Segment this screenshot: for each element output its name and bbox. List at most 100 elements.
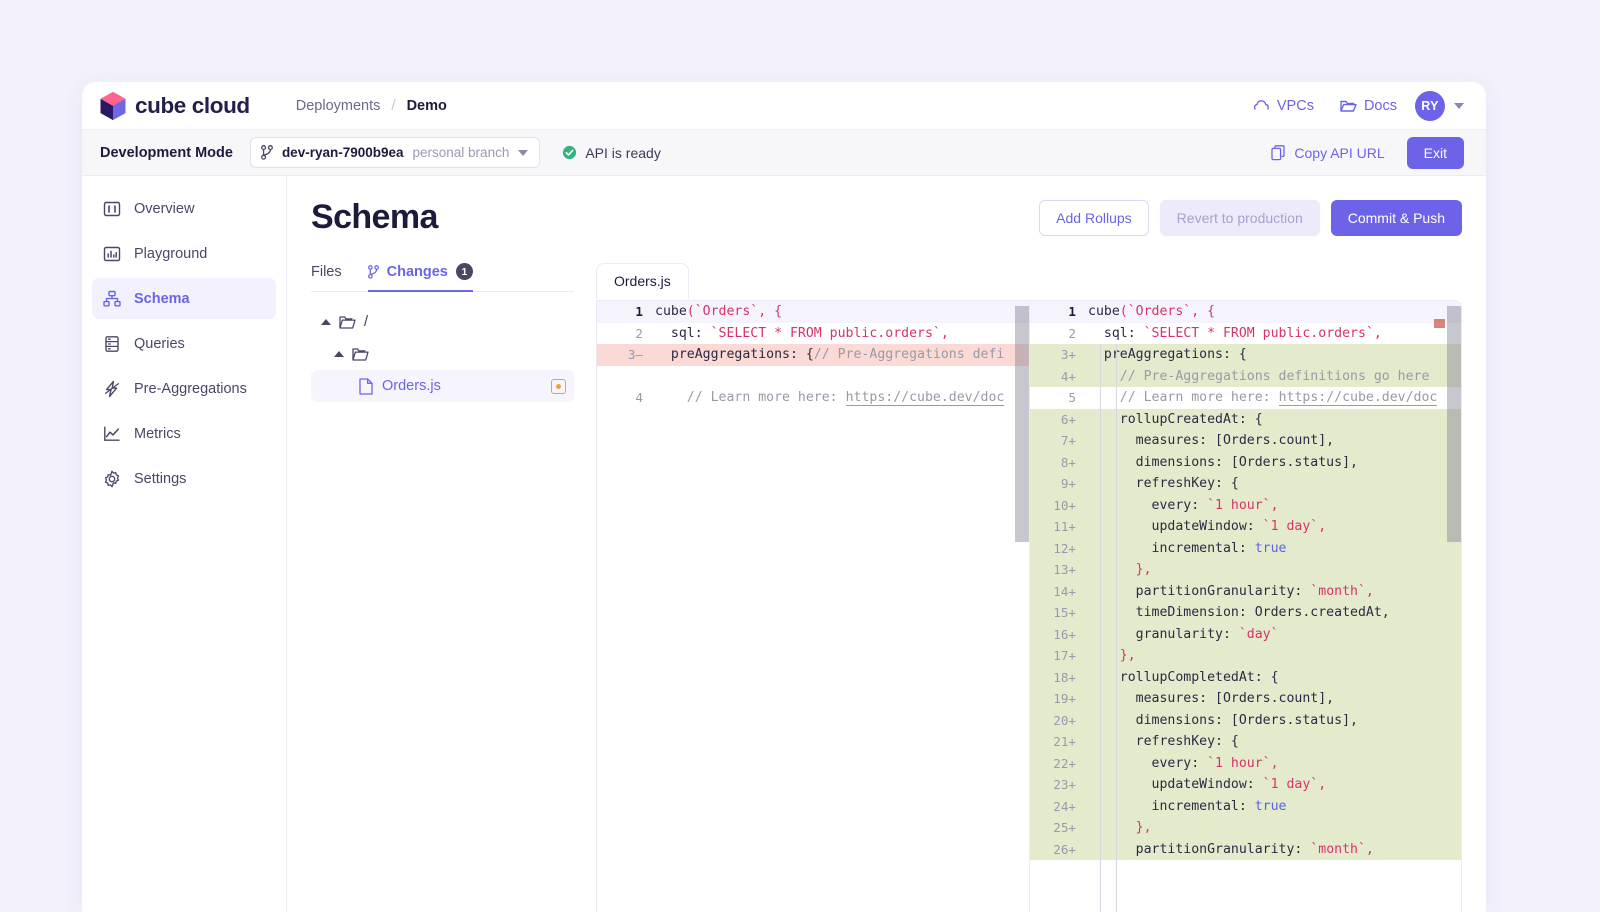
- bolt-icon: [103, 380, 121, 398]
- line-text: preAggregations: {// Pre-Aggregations de…: [649, 344, 1029, 366]
- bar-chart-icon: [103, 245, 121, 263]
- line-text: measures: [Orders.count],: [1082, 430, 1461, 452]
- vpcs-link[interactable]: VPCs: [1253, 98, 1314, 114]
- code-line: 18+ rollupCompletedAt: {: [1030, 667, 1461, 689]
- line-number: 1: [1030, 301, 1082, 323]
- docs-label: Docs: [1364, 98, 1397, 114]
- diff-original-code[interactable]: 1cube(`Orders`, {2 sql: `SELECT * FROM p…: [597, 301, 1029, 912]
- code-line-filler: [597, 538, 1029, 560]
- code-line-filler: [597, 817, 1029, 839]
- diff-modified-scrollbar[interactable]: [1447, 306, 1461, 542]
- diff-original-side: 1cube(`Orders`, {2 sql: `SELECT * FROM p…: [597, 301, 1030, 912]
- code-line-filler: [597, 731, 1029, 753]
- tree-row-file-orders[interactable]: Orders.js: [311, 370, 574, 402]
- code-line: 7+ measures: [Orders.count],: [1030, 430, 1461, 452]
- list-icon: [103, 335, 121, 353]
- line-text: preAggregations: {: [1082, 344, 1461, 366]
- revert-to-production-button[interactable]: Revert to production: [1160, 200, 1320, 236]
- code-line: 5 // Learn more here: https://cube.dev/d…: [1030, 387, 1461, 409]
- page-actions: Add Rollups Revert to production Commit …: [1039, 200, 1462, 236]
- collapse-triangle-icon[interactable]: [334, 351, 344, 357]
- code-line: 20+ dimensions: [Orders.status],: [1030, 710, 1461, 732]
- code-line: 11+ updateWindow: `1 day`,: [1030, 516, 1461, 538]
- cube-cloud-logo[interactable]: cube cloud: [100, 92, 250, 120]
- line-number: 22+: [1030, 753, 1082, 775]
- editor-tab-orders[interactable]: Orders.js: [596, 263, 689, 299]
- gear-icon: [103, 470, 121, 488]
- line-chart-icon: [103, 425, 121, 443]
- code-line-filler: [597, 602, 1029, 624]
- app-window: cube cloud Deployments / Demo VPCs Docs: [82, 82, 1486, 912]
- modified-badge-icon: [551, 379, 566, 394]
- code-line: 13+ },: [1030, 559, 1461, 581]
- line-text: every: `1 hour`,: [1082, 495, 1461, 517]
- collapse-triangle-icon[interactable]: [321, 319, 331, 325]
- tree-row-folder[interactable]: [311, 338, 574, 370]
- branch-selector[interactable]: dev-ryan-7900b9ea personal branch: [250, 137, 540, 168]
- line-text: },: [1082, 559, 1461, 581]
- code-line: 14+ partitionGranularity: `month`,: [1030, 581, 1461, 603]
- sidebar-item-overview[interactable]: Overview: [92, 188, 276, 229]
- sidebar-item-settings[interactable]: Settings: [92, 458, 276, 499]
- line-text: timeDimension: Orders.createdAt,: [1082, 602, 1461, 624]
- diff-original-scrollbar[interactable]: [1015, 306, 1029, 542]
- line-number: 8+: [1030, 452, 1082, 474]
- header-actions: VPCs Docs RY: [1253, 91, 1464, 121]
- line-text: refreshKey: {: [1082, 731, 1461, 753]
- add-rollups-button[interactable]: Add Rollups: [1039, 200, 1149, 236]
- code-line: 4+ // Pre-Aggregations definitions go he…: [1030, 366, 1461, 388]
- code-line-filler: [597, 796, 1029, 818]
- page-title: Schema: [311, 198, 438, 237]
- api-status-label: API is ready: [585, 145, 660, 161]
- line-number: 13+: [1030, 559, 1082, 581]
- tree-row-root[interactable]: /: [311, 306, 574, 338]
- file-icon: [359, 378, 373, 395]
- code-line-filler: [597, 624, 1029, 646]
- code-line: 21+ refreshKey: {: [1030, 731, 1461, 753]
- cube-logo-icon: [100, 92, 126, 120]
- line-number: 7+: [1030, 430, 1082, 452]
- git-branch-icon: [261, 145, 273, 160]
- exit-button[interactable]: Exit: [1407, 137, 1464, 169]
- sidebar-item-queries[interactable]: Queries: [92, 323, 276, 364]
- code-line: 17+ },: [1030, 645, 1461, 667]
- tree-file-label: Orders.js: [382, 378, 441, 394]
- line-text: dimensions: [Orders.status],: [1082, 710, 1461, 732]
- diff-modified-code[interactable]: 1cube(`Orders`, {2 sql: `SELECT * FROM p…: [1030, 301, 1461, 860]
- branch-name: dev-ryan-7900b9ea: [282, 145, 404, 160]
- line-text: // Learn more here: https://cube.dev/doc: [649, 387, 1029, 409]
- commit-and-push-button[interactable]: Commit & Push: [1331, 200, 1462, 236]
- code-line-filler: [597, 839, 1029, 861]
- sidebar-item-label: Schema: [134, 291, 190, 307]
- brand-name: cube cloud: [135, 93, 250, 119]
- line-number: 11+: [1030, 516, 1082, 538]
- copy-api-url-button[interactable]: Copy API URL: [1271, 145, 1384, 161]
- tree-root-label: /: [364, 314, 368, 330]
- user-menu[interactable]: RY: [1415, 91, 1464, 121]
- sidebar-item-pre-aggregations[interactable]: Pre-Aggregations: [92, 368, 276, 409]
- tab-changes-label: Changes: [387, 264, 448, 280]
- code-line-filler: [597, 430, 1029, 452]
- tab-changes[interactable]: Changes 1: [368, 263, 473, 292]
- line-number: 25+: [1030, 817, 1082, 839]
- indent-guide: [1100, 344, 1101, 912]
- line-number: 4+: [1030, 366, 1082, 388]
- tab-files[interactable]: Files: [311, 264, 342, 291]
- line-number: 5: [1030, 387, 1082, 409]
- docs-link[interactable]: Docs: [1340, 98, 1397, 114]
- file-panel: Files Changes 1: [311, 263, 596, 895]
- sidebar-item-playground[interactable]: Playground: [92, 233, 276, 274]
- diff-modified-side: 1cube(`Orders`, {2 sql: `SELECT * FROM p…: [1030, 301, 1461, 912]
- line-number: 26+: [1030, 839, 1082, 861]
- folder-icon: [352, 347, 369, 362]
- sidebar-item-metrics[interactable]: Metrics: [92, 413, 276, 454]
- copy-api-url-label: Copy API URL: [1294, 145, 1384, 161]
- code-line-filler: [597, 882, 1029, 904]
- sidebar-item-label: Settings: [134, 471, 186, 487]
- editor-panel: Orders.js 1cube(`Orders`, {2 sql: `SELEC…: [596, 263, 1462, 895]
- line-text: partitionGranularity: `month`,: [1082, 581, 1461, 603]
- breadcrumb-deployments[interactable]: Deployments: [296, 98, 381, 114]
- code-line-filler: [597, 559, 1029, 581]
- sidebar-item-schema[interactable]: Schema: [92, 278, 276, 319]
- file-tree: /: [311, 292, 574, 402]
